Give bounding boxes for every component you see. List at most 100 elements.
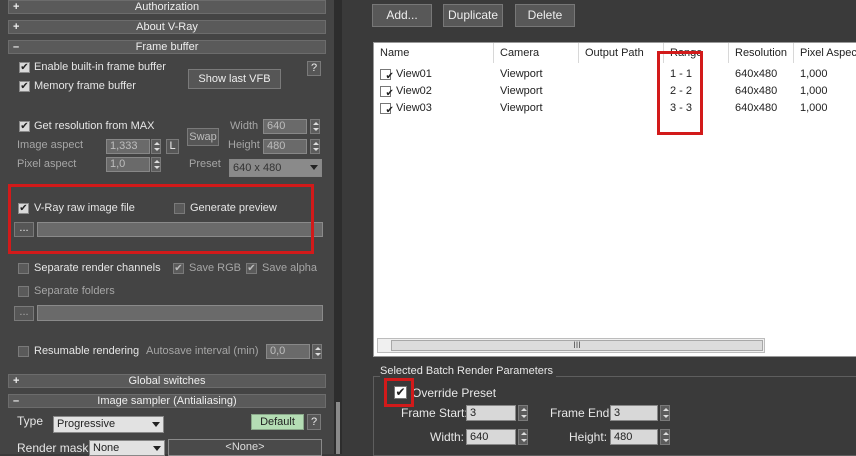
frame-start-field[interactable]: 3	[466, 405, 516, 421]
column-header-camera[interactable]: Camera	[494, 43, 579, 63]
separate-folders-label: Separate folders	[34, 285, 115, 297]
check-icon: ✔	[20, 121, 29, 132]
sampler-type-value: Progressive	[57, 418, 116, 430]
width-field[interactable]: 640	[466, 429, 516, 445]
autosave-label: Autosave interval (min)	[146, 345, 259, 357]
rollout-about-vray[interactable]: + About V-Ray	[8, 20, 326, 34]
preset-value: 640 x 480	[233, 162, 282, 174]
height-field[interactable]: 480	[610, 429, 658, 445]
spinner-arrows-icon[interactable]	[518, 429, 528, 445]
save-alpha-label: Save alpha	[262, 262, 318, 274]
sampler-type-dropdown[interactable]: Progressive	[53, 416, 164, 433]
left-scrollbar[interactable]	[334, 0, 342, 454]
spinner-arrows-icon[interactable]	[151, 139, 161, 154]
autosave-field[interactable]: 0,0	[266, 344, 310, 359]
duplicate-button[interactable]: Duplicate	[443, 4, 503, 27]
cell-camera: Viewport	[500, 68, 543, 80]
cell-pixel-aspect: 1,000	[800, 68, 828, 80]
rollout-label: Image sampler (Antialiasing)	[97, 395, 237, 407]
rollout-label: Frame buffer	[135, 41, 199, 53]
type-label: Type	[17, 414, 44, 428]
table-row[interactable]: ✔ View03 Viewport 3 - 3 640x480 1,000	[374, 100, 856, 117]
table-row[interactable]: ✔ View02 Viewport 2 - 2 640x480 1,000	[374, 83, 856, 100]
spinner-arrows-icon[interactable]	[660, 429, 670, 445]
image-aspect-field[interactable]: 1,333	[106, 139, 150, 154]
save-alpha-checkbox[interactable]: ✔	[246, 263, 257, 274]
enable-vfb-checkbox[interactable]: ✔	[19, 62, 30, 73]
enable-view-checkbox[interactable]: ✔	[380, 86, 394, 99]
expand-icon: +	[13, 375, 20, 387]
collapse-icon: –	[13, 41, 20, 53]
override-preset-label: Override Preset	[412, 386, 497, 400]
cell-name: View02	[396, 85, 432, 97]
swap-button[interactable]: Swap	[187, 128, 219, 146]
column-header-output-path[interactable]: Output Path	[579, 43, 664, 63]
scrollbar-thumb[interactable]: III	[391, 340, 763, 351]
pixel-aspect-field[interactable]: 1,0	[106, 157, 150, 172]
render-mask-object-field[interactable]: <None>	[168, 439, 322, 456]
enable-view-checkbox[interactable]: ✔	[380, 103, 394, 116]
default-button[interactable]: Default	[251, 414, 304, 430]
scrollbar-thumb[interactable]	[336, 402, 340, 454]
cell-camera: Viewport	[500, 85, 543, 97]
rollout-authorization[interactable]: + Authorization	[8, 0, 326, 14]
image-aspect-label: Image aspect	[17, 139, 84, 151]
cell-camera: Viewport	[500, 102, 543, 114]
check-icon: ✔	[385, 71, 394, 82]
width-field[interactable]: 640	[263, 119, 307, 134]
preset-label: Preset	[189, 158, 221, 170]
channels-path-field[interactable]	[37, 305, 323, 321]
resumable-label: Resumable rendering	[34, 345, 140, 357]
memory-fb-checkbox[interactable]: ✔	[19, 81, 30, 92]
rollout-frame-buffer[interactable]: – Frame buffer	[8, 40, 326, 54]
frame-end-field[interactable]: 3	[610, 405, 658, 421]
chevron-down-icon	[153, 446, 161, 451]
highlight-box-raw	[8, 184, 314, 254]
cell-name: View01	[396, 68, 432, 80]
enable-view-checkbox[interactable]: ✔	[380, 69, 394, 82]
cell-resolution: 640x480	[735, 68, 778, 80]
check-icon: ✔	[247, 263, 256, 274]
help-button[interactable]: ?	[307, 414, 321, 430]
rollout-image-sampler[interactable]: – Image sampler (Antialiasing)	[8, 394, 326, 408]
preset-dropdown[interactable]: 640 x 480	[229, 159, 322, 177]
render-mask-value: None	[93, 442, 120, 454]
lock-aspect-button[interactable]: L	[166, 139, 179, 154]
spinner-arrows-icon[interactable]	[310, 139, 320, 154]
memory-fb-label: Memory frame buffer	[34, 80, 136, 92]
grip-icon: III	[573, 340, 581, 350]
rollout-label: About V-Ray	[136, 21, 198, 33]
cell-resolution: 640x480	[735, 102, 778, 114]
column-header-pixel-aspect[interactable]: Pixel Aspect	[794, 43, 856, 63]
frame-start-label: Frame Start:	[401, 406, 468, 420]
delete-button[interactable]: Delete	[515, 4, 575, 27]
height-label: Height:	[569, 430, 608, 444]
help-button[interactable]: ?	[307, 61, 321, 76]
highlight-box-override	[384, 378, 414, 407]
rollout-global-switches[interactable]: + Global switches	[8, 374, 326, 388]
resumable-checkbox[interactable]	[18, 346, 29, 357]
pixel-aspect-label: Pixel aspect	[17, 158, 77, 170]
spinner-arrows-icon[interactable]	[312, 344, 322, 359]
spinner-arrows-icon[interactable]	[151, 157, 161, 172]
table-row[interactable]: ✔ View01 Viewport 1 - 1 640x480 1,000	[374, 66, 856, 83]
check-icon: ✔	[20, 81, 29, 92]
spinner-arrows-icon[interactable]	[310, 119, 320, 134]
cell-pixel-aspect: 1,000	[800, 85, 828, 97]
column-header-name[interactable]: Name	[374, 43, 494, 63]
spinner-arrows-icon[interactable]	[660, 405, 670, 421]
add-button[interactable]: Add...	[372, 4, 432, 27]
separate-channels-checkbox[interactable]	[18, 263, 29, 274]
column-header-resolution[interactable]: Resolution	[729, 43, 794, 63]
spinner-arrows-icon[interactable]	[518, 405, 528, 421]
separate-folders-checkbox[interactable]	[18, 286, 29, 297]
get-resolution-checkbox[interactable]: ✔	[19, 121, 30, 132]
render-mask-label: Render mask	[17, 441, 89, 455]
show-last-vfb-button[interactable]: Show last VFB	[188, 69, 281, 89]
browse-channels-button[interactable]: ...	[14, 306, 34, 321]
save-rgb-checkbox[interactable]: ✔	[173, 263, 184, 274]
collapse-icon: –	[13, 395, 20, 407]
batch-params-title: Selected Batch Render Parameters	[380, 364, 557, 378]
width-label: Width	[230, 120, 259, 132]
height-field[interactable]: 480	[263, 139, 307, 154]
